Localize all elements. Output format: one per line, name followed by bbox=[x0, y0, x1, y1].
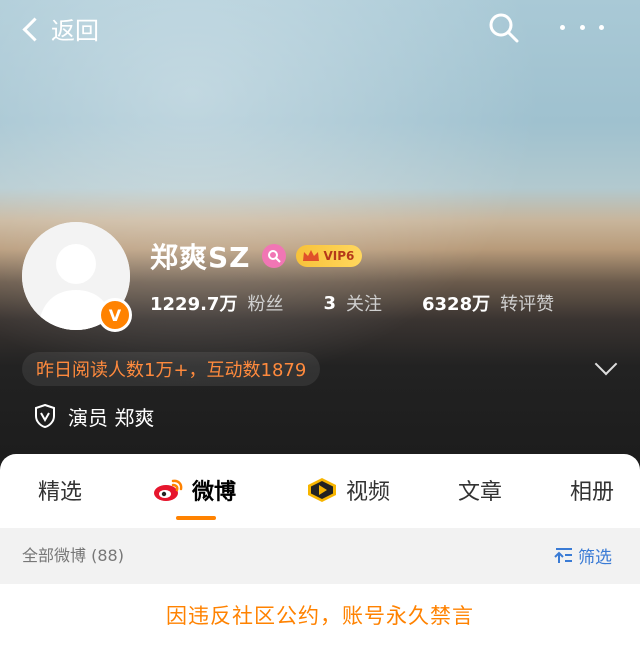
account-banned-notice: 因违反社区公约，账号永久禁言 bbox=[166, 604, 474, 628]
top-navigation-bar: 返回 bbox=[0, 0, 640, 56]
music-badge-icon[interactable] bbox=[262, 244, 287, 268]
note-icon bbox=[268, 250, 282, 263]
tab-label: 微博 bbox=[192, 480, 237, 505]
search-button[interactable] bbox=[486, 10, 522, 46]
tab-album[interactable]: 相册 bbox=[570, 470, 614, 510]
engagement-label: 转评赞 bbox=[500, 294, 555, 315]
verification-row: 演员 郑爽 bbox=[34, 400, 154, 432]
stats-row: 1229.7万 粉丝 3 关注 6328万 转评赞 bbox=[150, 288, 554, 318]
tab-featured[interactable]: 精选 bbox=[38, 470, 82, 510]
dot-icon bbox=[579, 24, 585, 30]
filter-bar: 全部微博 (88) 筛选 bbox=[0, 528, 640, 584]
engagement-count: 6328万 bbox=[422, 294, 491, 315]
fans-count[interactable]: 1229.7万 bbox=[150, 290, 237, 316]
username-row: 郑爽SZ VIP6 bbox=[150, 236, 363, 276]
back-button[interactable]: 返回 bbox=[22, 10, 99, 46]
video-play-icon bbox=[308, 478, 336, 502]
dot-icon bbox=[599, 24, 604, 30]
vip-label: VIP6 bbox=[323, 249, 355, 263]
shield-v-icon bbox=[35, 404, 55, 428]
filter-button[interactable]: 筛选 bbox=[554, 540, 612, 570]
chevron-left-icon bbox=[22, 16, 47, 42]
following-count[interactable]: 3 bbox=[323, 293, 336, 314]
crown-icon bbox=[303, 250, 320, 261]
filter-label: 筛选 bbox=[578, 547, 612, 568]
back-label: 返回 bbox=[51, 16, 99, 45]
vip-badge[interactable]: VIP6 bbox=[296, 245, 363, 267]
tab-weibo[interactable]: 微博 bbox=[152, 470, 236, 510]
verification-text: 演员 郑爽 bbox=[68, 405, 155, 430]
verified-badge-icon: V bbox=[98, 298, 132, 332]
active-tab-indicator bbox=[176, 516, 216, 520]
tab-video[interactable]: 视频 bbox=[306, 470, 390, 510]
following-label[interactable]: 关注 bbox=[346, 290, 382, 316]
tab-label: 精选 bbox=[38, 480, 83, 505]
username: 郑爽SZ bbox=[150, 241, 251, 274]
verified-symbol: V bbox=[108, 305, 122, 325]
more-options-button[interactable] bbox=[560, 12, 604, 42]
reading-summary-pill[interactable]: 昨日阅读人数1万+，互动数1879 bbox=[22, 352, 321, 386]
post-count-label: 全部微博 (88) bbox=[22, 546, 124, 565]
weibo-logo-icon bbox=[154, 479, 183, 501]
tab-articles[interactable]: 文章 bbox=[458, 470, 502, 510]
tab-label: 视频 bbox=[346, 480, 391, 505]
filter-sort-icon bbox=[554, 548, 572, 563]
account-notice-panel: 因违反社区公约，账号永久禁言 bbox=[0, 584, 640, 646]
dot-icon bbox=[560, 24, 565, 30]
profile-tabs: 精选 微博 视频 文章 相册 bbox=[0, 454, 640, 528]
tab-label: 相册 bbox=[570, 480, 615, 505]
search-icon bbox=[489, 13, 519, 43]
tab-label: 文章 bbox=[458, 480, 503, 505]
fans-label[interactable]: 粉丝 bbox=[247, 290, 283, 316]
